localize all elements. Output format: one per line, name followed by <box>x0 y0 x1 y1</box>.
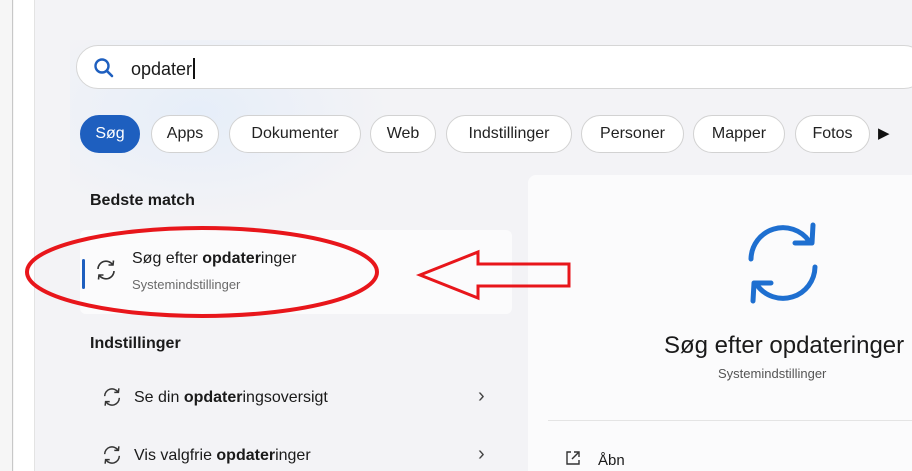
refresh-icon <box>103 446 121 464</box>
refresh-icon <box>103 388 121 406</box>
chevron-right-icon: › <box>478 443 485 465</box>
settings-item-label: Vis valgfrie opdateringer <box>134 447 311 464</box>
filter-chip-mapper[interactable]: Mapper <box>693 115 785 153</box>
filter-chip-sog[interactable]: Søg <box>80 115 140 153</box>
detail-subtitle: Systemindstillinger <box>718 366 827 381</box>
refresh-icon <box>97 260 115 280</box>
search-icon <box>94 58 114 78</box>
detail-divider <box>548 420 912 421</box>
settings-heading: Indstillinger <box>90 335 181 352</box>
left-window-divider <box>12 0 13 471</box>
open-action-label: Åbn <box>598 452 625 469</box>
selection-indicator <box>82 259 85 289</box>
filters-more-icon[interactable]: ▶ <box>878 124 890 142</box>
filter-chip-web[interactable]: Web <box>370 115 436 153</box>
best-match-item[interactable] <box>80 230 512 314</box>
chevron-right-icon: › <box>478 385 485 407</box>
open-external-icon <box>566 451 580 465</box>
best-match-title: Søg efter opdateringer <box>132 250 297 267</box>
filter-chip-dokumenter[interactable]: Dokumenter <box>229 115 361 153</box>
filter-chip-indstillinger[interactable]: Indstillinger <box>446 115 572 153</box>
filter-chip-personer[interactable]: Personer <box>581 115 684 153</box>
search-query-text: opdater <box>131 58 195 80</box>
refresh-icon <box>748 222 818 304</box>
search-input[interactable]: opdater <box>76 45 912 89</box>
detail-pane <box>528 175 912 471</box>
filter-chip-fotos[interactable]: Fotos <box>795 115 870 153</box>
best-match-heading: Bedste match <box>90 192 195 209</box>
best-match-subtitle: Systemindstillinger <box>132 277 241 292</box>
detail-title: Søg efter opdateringer <box>664 332 905 359</box>
filter-chip-apps[interactable]: Apps <box>151 115 219 153</box>
settings-item-label: Se din opdateringsoversigt <box>134 389 328 406</box>
text-caret <box>193 58 195 79</box>
